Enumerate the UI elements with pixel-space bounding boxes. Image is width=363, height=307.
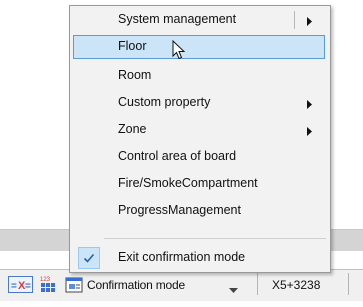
- menu-item-label: Zone: [118, 122, 147, 136]
- menu-item-label: ProgressManagement: [118, 203, 241, 217]
- context-menu: System management Floor Room Custom prop…: [69, 5, 331, 273]
- chevron-right-icon: [307, 98, 312, 112]
- menu-item-control-area-of-board[interactable]: Control area of board: [73, 145, 325, 169]
- menu-item-progress-management[interactable]: ProgressManagement: [73, 199, 325, 223]
- menu-item-label: Control area of board: [118, 149, 237, 163]
- menu-item-floor[interactable]: Floor: [73, 35, 325, 59]
- menu-item-system-management[interactable]: System management: [73, 8, 325, 32]
- svg-text:123: 123: [40, 277, 51, 283]
- chevron-right-icon: [307, 15, 312, 29]
- checkmark-icon: [78, 247, 100, 269]
- menu-item-room[interactable]: Room: [73, 64, 325, 88]
- menu-item-zone[interactable]: Zone: [73, 118, 325, 142]
- svg-text:=: =: [11, 281, 17, 292]
- mode-label: Confirmation mode: [87, 278, 185, 292]
- chevron-down-icon: [229, 282, 238, 296]
- chevron-right-icon: [307, 125, 312, 139]
- menu-divider: [104, 238, 326, 239]
- bottom-edge: [0, 301, 363, 307]
- menu-item-label: Fire/SmokeCompartment: [118, 176, 258, 190]
- menu-item-label: Room: [118, 68, 152, 82]
- mode-dropdown[interactable]: Confirmation mode: [64, 275, 247, 295]
- submenu-separator: [294, 11, 295, 29]
- toggle-x-icon[interactable]: = X =: [8, 276, 33, 293]
- document-icon: [65, 277, 83, 296]
- menu-item-label: Custom property: [118, 95, 211, 109]
- svg-text:=: =: [25, 281, 31, 292]
- menu-item-label: Exit confirmation mode: [118, 250, 246, 264]
- status-separator: [348, 273, 349, 295]
- menu-item-label: Floor: [118, 39, 147, 53]
- menu-item-exit-confirmation-mode[interactable]: Exit confirmation mode: [73, 246, 325, 270]
- menu-item-label: System management: [118, 12, 237, 26]
- status-separator: [257, 273, 258, 295]
- coordinate-readout: X5+3238: [272, 278, 321, 292]
- numbered-grid-icon[interactable]: 123: [39, 274, 57, 294]
- mouse-pointer-icon: [172, 39, 188, 65]
- menu-item-custom-property[interactable]: Custom property: [73, 91, 325, 115]
- menu-item-fire-smoke-compartment[interactable]: Fire/SmokeCompartment: [73, 172, 325, 196]
